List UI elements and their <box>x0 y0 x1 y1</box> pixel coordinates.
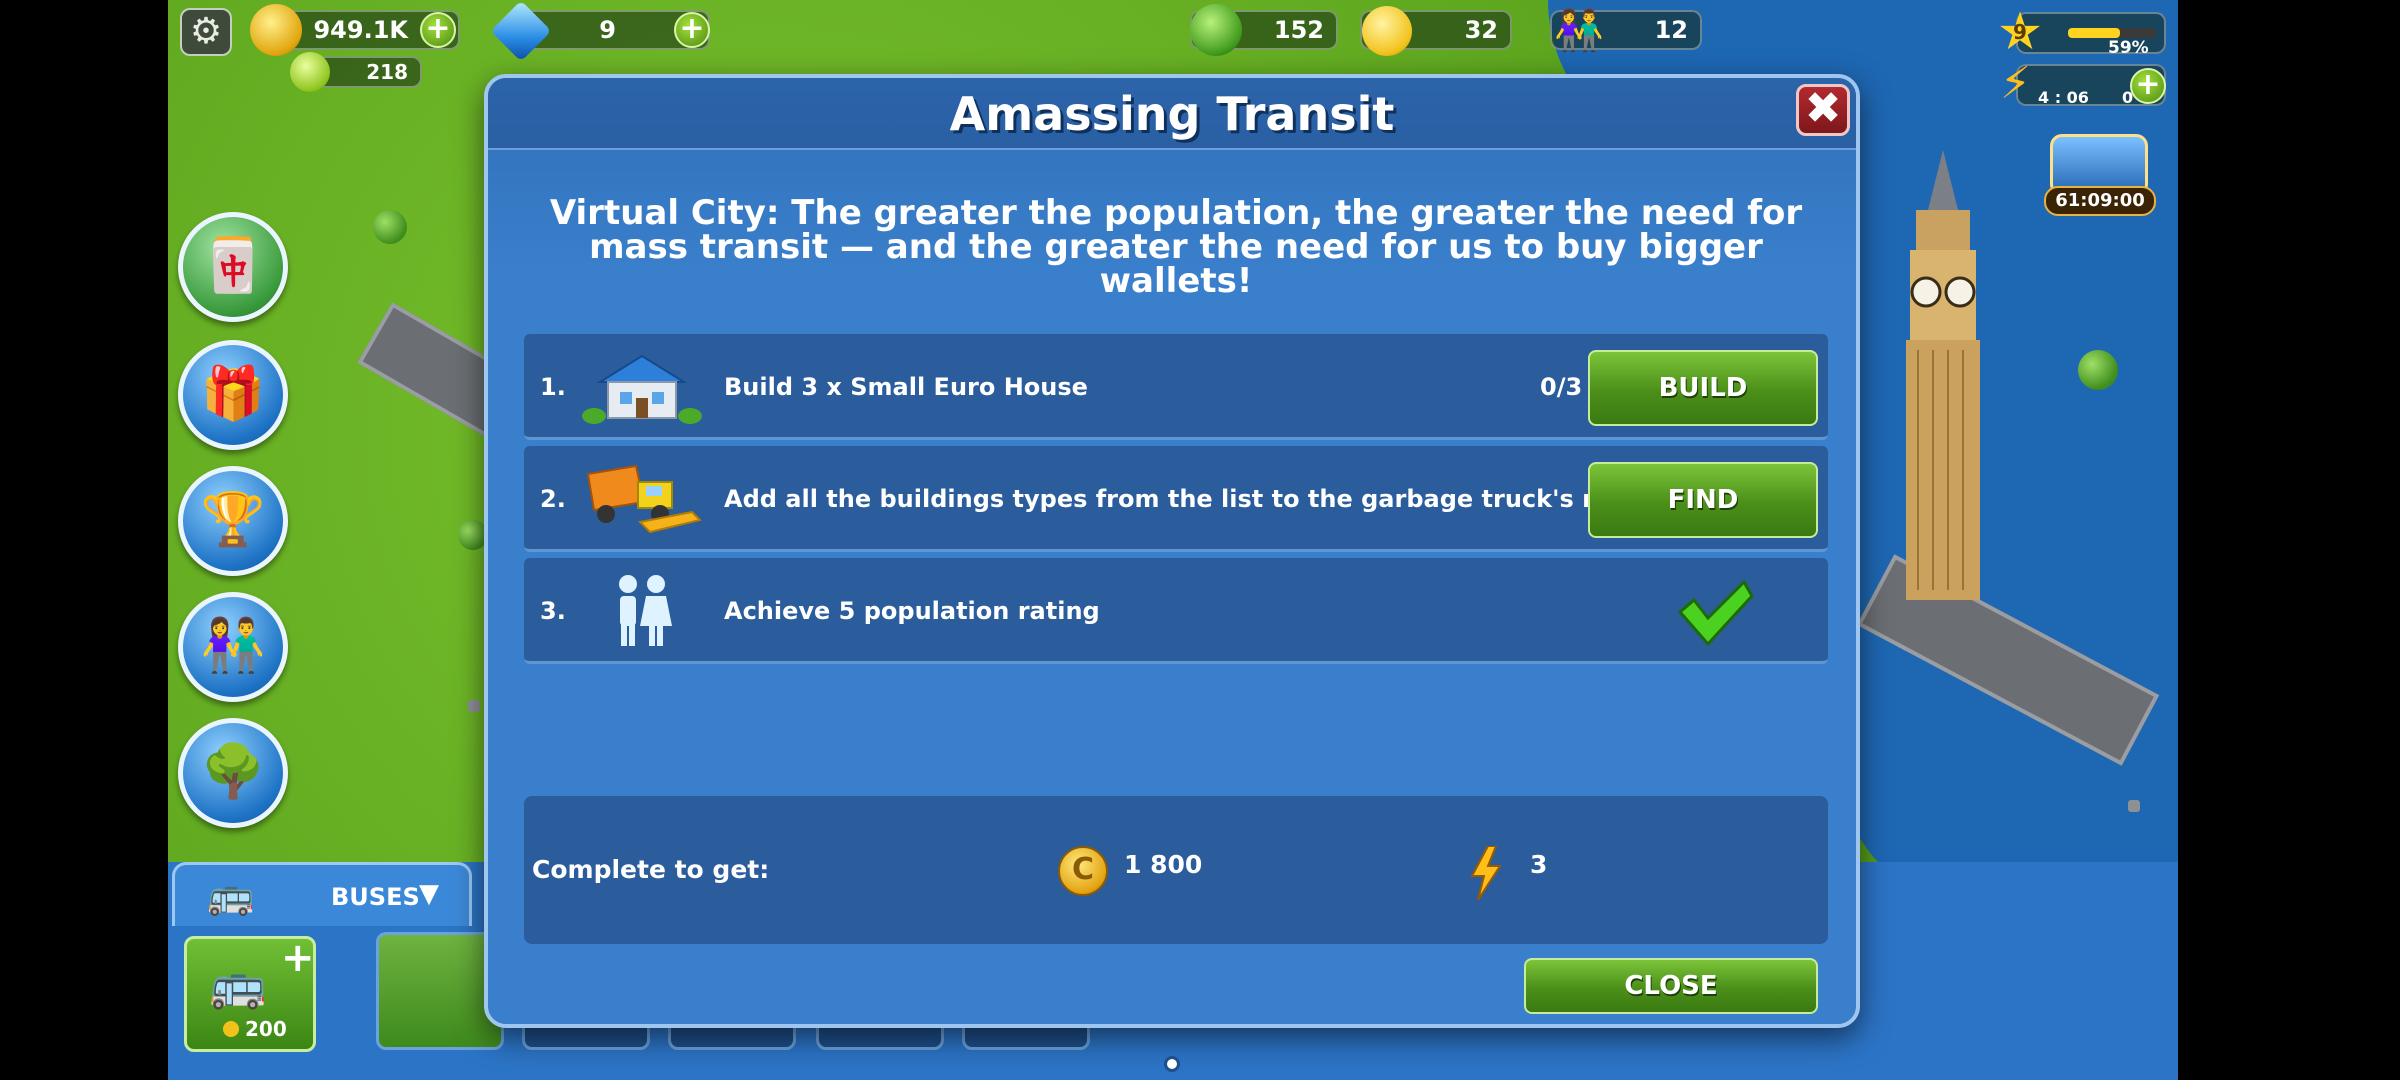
lightning-icon: ⚡ <box>2000 58 2031 109</box>
reward-panel: Complete to get: C 1 800 3 <box>524 796 1828 944</box>
task-text: Achieve 5 population rating <box>724 597 1100 625</box>
garbage-truck-icon <box>586 464 702 534</box>
gems-value: 9 <box>599 16 616 44</box>
task-number: 3. <box>540 597 566 625</box>
find-button[interactable]: FIND <box>1588 462 1818 538</box>
tree <box>373 210 407 244</box>
task-row-3: 3. Achieve 5 population rating <box>524 558 1828 664</box>
build-button[interactable]: BUILD <box>1588 350 1818 426</box>
add-coins-button[interactable]: + <box>420 12 456 48</box>
population-value: 12 <box>1654 16 1688 44</box>
buses-tab[interactable]: 🚌 BUSES ▼ <box>172 862 472 926</box>
rock <box>468 700 480 712</box>
close-button[interactable]: CLOSE <box>1524 958 1818 1014</box>
tree-icon <box>1190 4 1242 56</box>
happiness-value: 32 <box>1464 16 1498 44</box>
quest-description: Virtual City: The greater the population… <box>549 193 1803 301</box>
trophy-people-icon: 🏆 <box>200 490 266 550</box>
task-number: 2. <box>540 485 566 513</box>
secondary-currency-icon <box>290 52 330 92</box>
lightning-icon <box>1470 846 1502 900</box>
task-text: Add all the buildings types from the lis… <box>724 485 1656 513</box>
secondary-currency-value: 218 <box>366 60 408 84</box>
close-icon[interactable]: ✖ <box>1796 84 1850 136</box>
dialog-title: Amassing Transit <box>949 87 1395 141</box>
reward-label: Complete to get: <box>532 855 770 884</box>
population-trophy-button[interactable]: 🏆 <box>178 466 288 576</box>
quest-dialog: Amassing Transit ✖ Virtual City: The gre… <box>484 74 1860 1028</box>
bus-icon: 🚌 <box>207 873 255 917</box>
house-icon <box>582 354 702 424</box>
trophy-tree-icon: 🌳 <box>200 742 266 802</box>
task-row-2: 2. Add all the buildings types from the … <box>524 446 1828 552</box>
settings-gear-icon[interactable]: ⚙ <box>180 8 232 56</box>
add-gems-button[interactable]: + <box>674 12 710 48</box>
task-number: 1. <box>540 373 566 401</box>
mahjong-button[interactable]: 🀄 <box>178 212 288 322</box>
environment-value: 152 <box>1273 16 1324 44</box>
coin-small-icon <box>223 1021 239 1037</box>
bus-price: 200 <box>245 1017 287 1041</box>
checkmark-icon <box>1677 579 1754 647</box>
coin-icon: C <box>1058 846 1108 896</box>
coins-value: 949.1K <box>313 16 408 44</box>
page-indicator-dot <box>1164 1056 1180 1072</box>
chevron-down-icon: ▼ <box>419 879 439 909</box>
clock-tower[interactable] <box>1888 150 1998 610</box>
mahjong-icon: 🀄 <box>200 236 266 296</box>
task-text: Build 3 x Small Euro House <box>724 373 1088 401</box>
smiley-icon <box>1362 6 1412 56</box>
level-value: 9 <box>2013 20 2027 44</box>
task-progress: 0/3 <box>1540 373 1583 401</box>
plus-icon: + <box>281 935 315 981</box>
task-row-1: 1. Build 3 x Small Euro House 0/3 BUILD <box>524 334 1828 440</box>
buses-tab-label: BUSES <box>331 883 420 911</box>
environment-trophy-button[interactable]: 🌳 <box>178 718 288 828</box>
reward-energy: 3 <box>1530 850 1548 879</box>
buy-bus-button[interactable]: 🚌 + 200 <box>184 935 316 1052</box>
rock <box>2128 800 2140 812</box>
gift-button[interactable]: 🎁 <box>178 340 288 450</box>
xp-fill <box>2068 28 2120 38</box>
population-button[interactable]: 👫 <box>178 592 288 702</box>
people-icon: 👫 <box>200 616 266 676</box>
energy-timer: 4 : 06 <box>2038 88 2089 107</box>
bus-plus-icon: 🚌 <box>209 957 267 1011</box>
coins-icon <box>250 4 302 56</box>
add-energy-button[interactable]: + <box>2130 68 2166 104</box>
xp-percent: 59% <box>2108 38 2149 58</box>
reward-coins: 1 800 <box>1124 850 1203 879</box>
population-icon <box>619 575 672 646</box>
gift-icon: 🎁 <box>200 364 266 424</box>
tree <box>2078 350 2118 390</box>
chest-timer: 61:09:00 <box>2044 186 2156 216</box>
people-icon: 👫 <box>1554 8 1604 54</box>
